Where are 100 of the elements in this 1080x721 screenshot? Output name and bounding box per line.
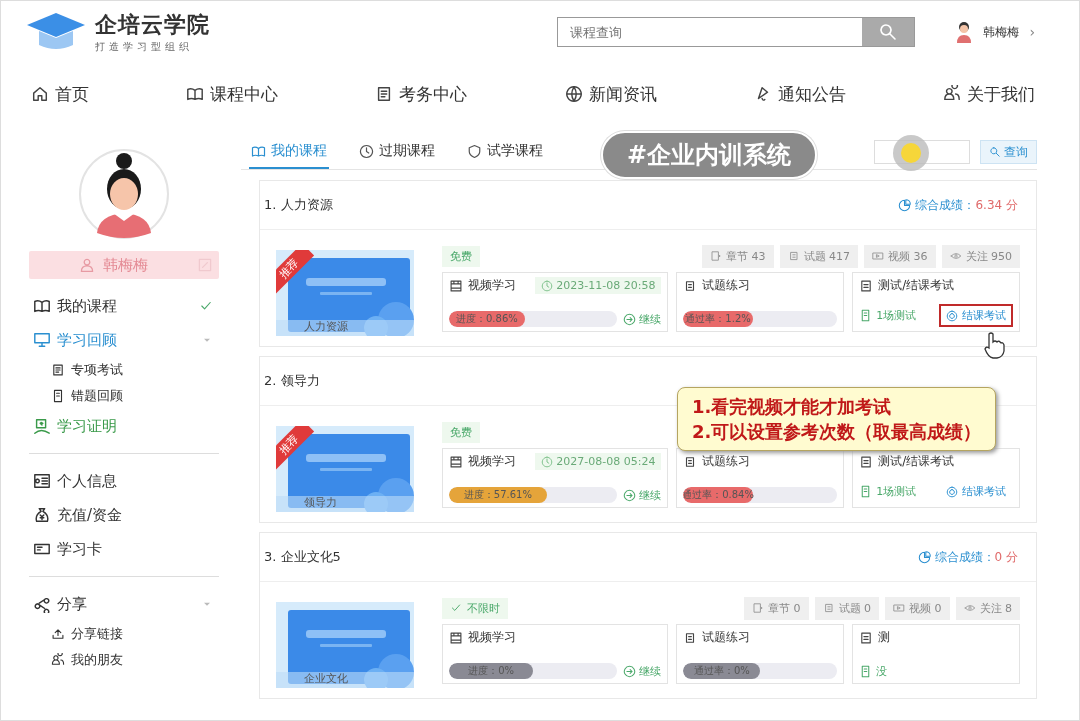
final-exam-link[interactable]: 结课考试 [939,480,1013,503]
sidebar-item[interactable]: 学习证明 [29,409,219,443]
panel-title: 视频学习 [468,277,516,294]
tab[interactable]: 过期课程 [357,135,437,169]
chapter-icon [752,602,764,614]
stat-chip: 视频 36 [864,244,936,268]
nav-link[interactable]: 通知公告 [753,82,846,106]
submenu-item[interactable]: 错题回顾 [29,383,219,409]
id-card-icon [33,472,51,490]
sidebar-item[interactable]: 分享 [29,587,219,621]
document-icon [859,278,874,293]
book-icon [33,297,51,315]
overall-score: 综合成绩：0 分 [917,548,1018,566]
cover-label: 人力资源 [304,319,348,334]
final-exam-link[interactable]: 结课考试 [939,304,1013,327]
cover-label: 企业文化 [304,671,348,686]
stat-chip: 章节 0 [744,596,809,620]
sidebar-item[interactable]: 个人信息 [29,464,219,498]
document-icon [859,454,874,469]
nav-link[interactable]: 关于我们 [942,82,1035,106]
tab[interactable]: 试学课程 [465,135,545,169]
upload-icon [51,627,65,641]
avatar-icon [955,21,974,43]
site-title: 企培云学院 [95,11,210,39]
sidebar-item[interactable]: 学习回顾 [29,323,219,357]
user-name[interactable]: 韩梅梅 [983,23,1020,41]
free-tag: 免费 [442,245,480,267]
share-icon [33,595,51,613]
cursor-highlight-icon [893,135,929,171]
note-line: 2.可以设置参考次数（取最高成绩） [692,420,982,445]
caption-banner: #企业内训系统 [601,131,818,179]
document-icon [859,630,874,645]
stat-chip: 视频 0 [885,596,950,620]
home-icon [31,85,49,103]
panel-title: 测试/结课考试 [878,277,955,294]
progress-text: 通过率：1.2% [684,312,752,326]
film-icon [449,278,463,293]
document-icon [51,389,65,403]
stat-chip: 试题 0 [814,596,879,620]
submenu-item[interactable]: 分享链接 [29,621,219,647]
stat-chip: 关注 8 [955,596,1020,620]
eye-icon [949,250,962,262]
stat-chip: 章节 43 [702,244,774,268]
film-icon [449,630,463,645]
target-icon [946,485,958,498]
panel-title: 试题练习 [702,277,751,294]
document-icon [51,363,65,377]
eye-icon [963,602,976,614]
search-button[interactable] [862,18,915,46]
submenu-item[interactable]: 专项考试 [29,357,219,383]
course-title[interactable]: 1. 人力资源 [264,196,333,214]
progress-text: 进度：57.61% [462,488,533,502]
people-icon [51,653,65,667]
pie-chart-icon [898,198,912,212]
panel-title: 测试/结课考试 [878,453,955,470]
course-title[interactable]: 2. 领导力 [264,372,320,390]
shield-icon [467,143,482,159]
date-badge: 2023-11-08 20:58 [535,277,662,294]
sidebar-item[interactable]: 我的课程 [29,289,219,323]
cover-label: 领导力 [304,495,337,510]
user-name: 韩梅梅 [103,255,148,275]
search-icon [878,22,899,42]
target-icon [946,309,958,322]
search-bar[interactable]: 课程查询 [557,17,916,47]
progress-text: 进度：0.86% [455,312,519,326]
clock-icon [359,143,374,159]
date-badge: 2027-08-08 05:24 [535,453,662,470]
video-icon [893,602,905,614]
nav-link[interactable]: 课程中心 [186,82,279,106]
clock-icon [541,455,554,468]
list-icon [787,250,800,262]
sidebar-item[interactable]: 学习卡 [29,532,219,566]
search-icon [989,146,1001,158]
video-icon [872,250,884,262]
nav-link[interactable]: 考务中心 [375,82,468,106]
chapter-icon [710,250,722,262]
chevron-icon[interactable]: › [1029,24,1035,40]
stat-chip: 试题 417 [779,244,858,268]
film-icon [449,454,463,469]
nav-link[interactable]: 新闻资讯 [564,82,657,106]
hand-cursor-icon [983,331,1005,359]
people-icon [942,85,961,103]
free-tag: 免费 [442,421,480,443]
list-icon [822,602,835,614]
check-icon [450,602,462,614]
pie-chart-icon [917,550,931,564]
course-title[interactable]: 3. 企业文化5 [264,548,341,566]
submenu-item[interactable]: 我的朋友 [29,647,219,673]
tab[interactable]: 我的课程 [249,135,329,169]
panel-title: 测 [878,629,891,646]
monitor-icon [33,331,51,349]
person-icon [79,257,95,273]
overall-score: 综合成绩：6.34 分 [898,196,1018,214]
sidebar-item[interactable]: 充值/资金 [29,498,219,532]
unlimited-tag: 不限时 [442,597,508,619]
panel-title: 视频学习 [468,629,516,646]
panel-title: 视频学习 [468,453,516,470]
nav-link[interactable]: 首页 [31,82,89,106]
clock-icon [541,279,554,292]
book-icon [186,85,205,103]
